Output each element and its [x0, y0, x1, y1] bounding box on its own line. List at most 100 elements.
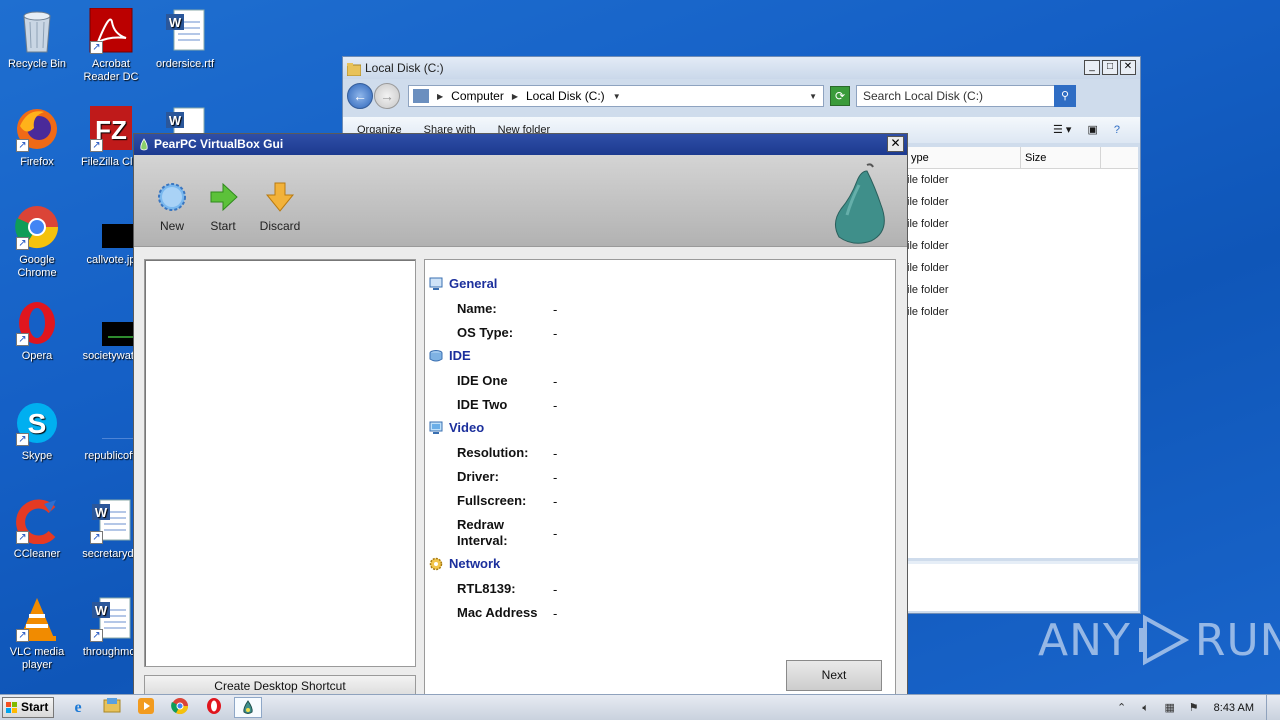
svg-text:W: W [169, 113, 182, 128]
column-type[interactable]: ype [907, 147, 1021, 168]
explorer-titlebar[interactable]: Local Disk (C:) _ □ ✕ [343, 57, 1140, 79]
taskbar-opera[interactable] [200, 697, 228, 718]
forward-button[interactable]: → [374, 83, 400, 109]
volume-icon[interactable]: 🔈︎ [1138, 700, 1154, 716]
breadcrumb-computer[interactable]: Computer [451, 89, 504, 103]
computer-icon [413, 89, 429, 103]
mac-address-value: - [553, 606, 558, 621]
rtl8139-value: - [553, 582, 558, 597]
desktop-icon-vlc[interactable]: ↗ VLC media player [0, 596, 74, 672]
pearpc-icon [241, 700, 255, 719]
taskbar-pearpc[interactable] [234, 697, 262, 718]
pearpc-title: PearPC VirtualBox Gui [154, 137, 284, 151]
discard-button[interactable]: Discard [255, 181, 305, 233]
search-icon[interactable]: ⚲ [1054, 85, 1076, 107]
chevron-right-icon: ▶ [511, 91, 518, 101]
system-tray: ⌃ 🔈︎ ▦ ⚑ 8:43 AM [1114, 695, 1280, 720]
redraw-interval-label-1: Redraw [457, 517, 504, 532]
fullscreen-label: Fullscreen: [457, 493, 527, 508]
column-size[interactable]: Size [1021, 147, 1101, 168]
desktop-icon-recycle-bin[interactable]: Recycle Bin [0, 8, 74, 71]
vlc-icon: ↗ [14, 596, 60, 642]
chrome-icon [171, 698, 189, 718]
svg-text:W: W [95, 505, 108, 520]
opera-icon: ↗ [14, 300, 60, 346]
anyrun-watermark: ANY RUN [1038, 612, 1280, 668]
redraw-interval-label-2: Interval: [457, 533, 508, 548]
search-input[interactable]: Search Local Disk (C:) ⚲ [856, 85, 1076, 107]
vm-list[interactable] [144, 259, 416, 667]
file-row[interactable]: ile folder [907, 257, 1138, 279]
disk-icon [429, 349, 443, 363]
svg-text:e: e [74, 699, 81, 715]
desktop-icon-skype[interactable]: S ↗ Skype [0, 400, 74, 463]
desktop-icon-chrome[interactable]: ↗ Google Chrome [0, 204, 74, 280]
file-row[interactable]: ile folder [907, 213, 1138, 235]
file-row[interactable]: ile folder [907, 169, 1138, 191]
pearpc-titlebar[interactable]: PearPC VirtualBox Gui ✕ [134, 134, 907, 155]
recycle-bin-icon [14, 8, 60, 54]
pear-logo-icon [831, 161, 893, 245]
desktop-icon-ordersice[interactable]: W ordersice.rtf [148, 8, 222, 71]
address-dropdown-icon[interactable]: ▼ [809, 92, 817, 101]
address-row: ← → ▶ Computer ▶ Local Disk (C:) ▼ ▼ ⟳ S… [347, 81, 1136, 111]
rtl8139-label: RTL8139: [457, 581, 516, 596]
chevron-down-icon[interactable]: ▼ [613, 92, 621, 101]
network-icon[interactable]: ▦ [1162, 700, 1178, 716]
file-row[interactable]: ile folder [907, 191, 1138, 213]
next-button[interactable]: Next [786, 660, 882, 691]
close-button[interactable]: ✕ [1120, 60, 1136, 75]
file-row[interactable]: ile folder [907, 279, 1138, 301]
section-ide: IDE [429, 348, 471, 363]
pearpc-close-button[interactable]: ✕ [887, 136, 904, 152]
taskbar-media-player[interactable] [132, 697, 160, 718]
file-row[interactable]: ile folder [907, 301, 1138, 323]
taskbar-chrome[interactable] [166, 697, 194, 718]
show-desktop-button[interactable] [1266, 695, 1280, 720]
desktop-icon-acrobat[interactable]: ↗ Acrobat Reader DC [74, 7, 148, 84]
start-button[interactable]: Start [198, 181, 248, 233]
new-button[interactable]: New [147, 181, 197, 233]
pearpc-window[interactable]: PearPC VirtualBox Gui ✕ New Start Discar… [133, 133, 908, 697]
back-button[interactable]: ← [347, 83, 373, 109]
desktop-icon-firefox[interactable]: ↗ Firefox [0, 106, 74, 169]
show-hidden-icons-icon[interactable]: ⌃ [1114, 700, 1130, 716]
windows-flag-icon [6, 701, 18, 713]
address-bar[interactable]: ▶ Computer ▶ Local Disk (C:) ▼ ▼ [408, 85, 824, 107]
preview-pane-icon[interactable]: ▣ [1087, 117, 1097, 143]
minimize-button[interactable]: _ [1084, 60, 1100, 75]
taskbar-explorer[interactable] [98, 697, 126, 718]
start-menu-button[interactable]: Start [2, 697, 54, 718]
clock[interactable]: 8:43 AM [1214, 702, 1254, 714]
svg-text:W: W [169, 15, 182, 30]
section-network: Network [429, 556, 500, 571]
help-icon[interactable]: ? [1114, 117, 1120, 143]
os-type-label: OS Type: [457, 325, 514, 340]
explorer-title: Local Disk (C:) [365, 61, 444, 75]
svg-text:S: S [28, 408, 47, 439]
image-file-icon [88, 204, 148, 250]
view-options-icon[interactable]: ☰ ▾ [1053, 117, 1071, 143]
filezilla-icon: FZ ↗ [88, 106, 134, 152]
refresh-button[interactable]: ⟳ [830, 86, 850, 106]
os-type-value: - [553, 326, 558, 341]
details-pane [907, 561, 1138, 611]
chrome-icon: ↗ [14, 204, 60, 250]
word-document-icon: W [162, 8, 208, 54]
desktop-icon-ccleaner[interactable]: ↗ CCleaner [0, 498, 74, 561]
ccleaner-icon: ↗ [14, 498, 60, 545]
action-center-flag-icon[interactable]: ⚑ [1186, 700, 1202, 716]
display-icon [429, 421, 443, 435]
file-row[interactable]: ile folder [907, 235, 1138, 257]
name-label: Name: [457, 301, 497, 316]
arrow-right-icon [207, 181, 239, 213]
skype-icon: S ↗ [14, 400, 60, 446]
ide-one-value: - [553, 374, 558, 389]
breadcrumb-local-disk[interactable]: Local Disk (C:) [526, 89, 605, 103]
taskbar-ie[interactable]: e [64, 697, 92, 718]
resolution-label: Resolution: [457, 445, 529, 460]
desktop-icon-opera[interactable]: ↗ Opera [0, 300, 74, 363]
column-headers: ype Size [907, 147, 1138, 169]
maximize-button[interactable]: □ [1102, 60, 1118, 75]
section-video: Video [429, 420, 484, 435]
